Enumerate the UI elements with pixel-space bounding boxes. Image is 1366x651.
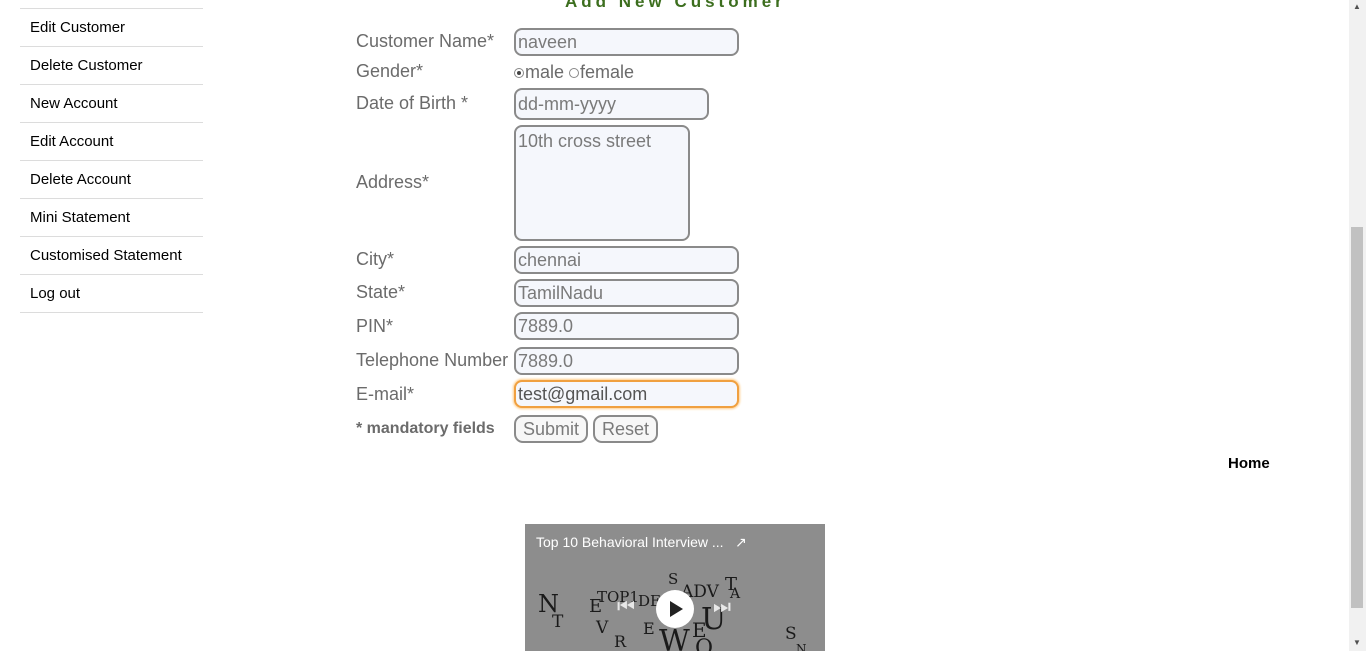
sidebar-item-new-account[interactable]: New Account xyxy=(20,85,203,123)
gender-female-label: female xyxy=(580,62,635,82)
submit-button[interactable]: Submit xyxy=(514,415,588,443)
address-label: Address* xyxy=(356,172,430,192)
pin-input[interactable]: 7889.0 xyxy=(514,312,739,340)
sidebar-divider xyxy=(20,0,203,9)
sidebar-item-log-out[interactable]: Log out xyxy=(20,275,203,313)
sidebar-item-delete-account[interactable]: Delete Account xyxy=(20,161,203,199)
address-textarea[interactable]: 10th cross street xyxy=(514,125,690,241)
sidebar-item-mini-statement[interactable]: Mini Statement xyxy=(20,199,203,237)
email-input[interactable]: test@gmail.com xyxy=(514,380,739,408)
video-title[interactable]: Top 10 Behavioral Interview ... xyxy=(536,534,724,550)
page-scrollbar[interactable]: ▲ ▼ xyxy=(1349,0,1366,651)
telephone-input[interactable]: 7889.0 xyxy=(514,347,739,375)
scroll-down-icon[interactable]: ▼ xyxy=(1353,638,1361,647)
pin-label: PIN* xyxy=(356,316,394,336)
gender-male-label: male xyxy=(525,62,565,82)
gender-radio-group: male female xyxy=(514,62,634,83)
sidebar-item-edit-customer[interactable]: Edit Customer xyxy=(20,9,203,47)
dob-label: Date of Birth * xyxy=(356,93,469,113)
skip-next-icon[interactable]: ⏭ xyxy=(713,596,731,619)
telephone-label: Telephone Number xyxy=(356,350,509,370)
share-icon[interactable]: ↗ xyxy=(735,534,747,551)
home-link[interactable]: Home xyxy=(1228,455,1270,472)
form-title: Add New Customer xyxy=(565,0,786,11)
play-icon[interactable] xyxy=(656,590,694,628)
sidebar-item-customised-statement[interactable]: Customised Statement xyxy=(20,237,203,275)
skip-previous-icon[interactable]: ⏮ xyxy=(617,596,635,619)
dob-input[interactable]: dd-mm-yyyy xyxy=(514,88,709,120)
customer-name-input[interactable]: naveen xyxy=(514,28,739,56)
scrollbar-thumb[interactable] xyxy=(1351,227,1363,608)
sidebar-item-edit-account[interactable]: Edit Account xyxy=(20,123,203,161)
customer-name-label: Customer Name* xyxy=(356,31,495,51)
gender-male-radio[interactable] xyxy=(514,67,524,78)
state-label: State* xyxy=(356,282,406,302)
email-label: E-mail* xyxy=(356,384,415,404)
sidebar-menu: Edit Customer Delete Customer New Accoun… xyxy=(20,0,203,313)
scroll-up-icon[interactable]: ▲ xyxy=(1353,2,1361,11)
reset-button[interactable]: Reset xyxy=(593,415,658,443)
state-input[interactable]: TamilNadu xyxy=(514,279,739,307)
city-input[interactable]: chennai xyxy=(514,246,739,274)
embedded-video[interactable]: N T E V R TOP1 DE E S ADV T A U E W O S … xyxy=(525,524,825,651)
sidebar-item-delete-customer[interactable]: Delete Customer xyxy=(20,47,203,85)
gender-female-radio[interactable] xyxy=(569,67,580,78)
gender-label: Gender* xyxy=(356,61,424,81)
city-label: City* xyxy=(356,249,395,269)
mandatory-fields-note: * mandatory fields xyxy=(356,420,495,437)
